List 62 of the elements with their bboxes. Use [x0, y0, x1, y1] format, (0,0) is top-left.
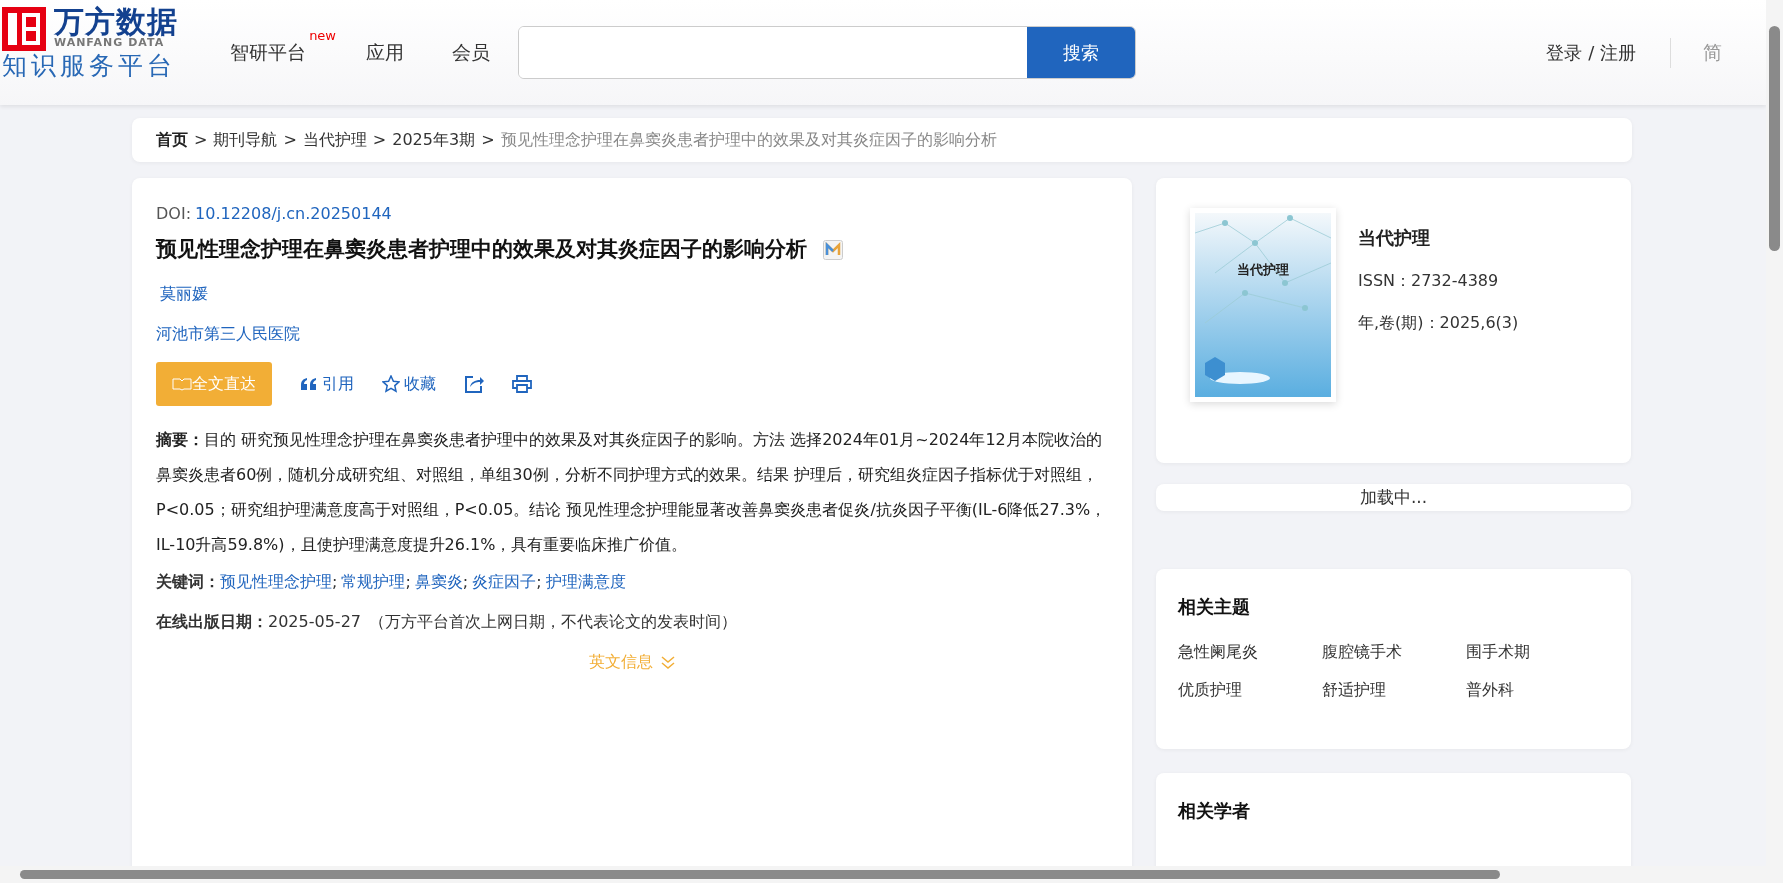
separator-text: ;	[462, 570, 469, 593]
date-note: （万方平台首次上网日期，不代表论文的发表时间）	[369, 610, 737, 633]
star-icon	[382, 374, 400, 393]
nav-link[interactable]: 会员	[452, 38, 490, 67]
m-icon	[823, 239, 843, 260]
journal-name: 当代护理	[1358, 226, 1431, 250]
cover-title: 当代护理	[1236, 261, 1290, 279]
separator-text: ;	[536, 570, 542, 593]
keyword-link[interactable]: 常规护理	[341, 569, 406, 594]
keywords-label: 关键词：	[156, 570, 220, 593]
section-title: 相关学者	[1178, 799, 1251, 823]
search-field[interactable]: 搜索	[518, 26, 1136, 79]
breadcrumb-current: 预见性理念护理在鼻窦炎患者护理中的效果及对其炎症因子的影响分析	[500, 129, 997, 151]
topic-link[interactable]: 围手术期	[1466, 640, 1610, 664]
new-label: new	[309, 27, 336, 46]
print-icon	[512, 374, 532, 393]
journal-cover[interactable]: 当代护理	[1190, 208, 1336, 402]
keyword-link[interactable]: 护理满意度	[545, 569, 626, 594]
logo-text: WANFANG DATA	[54, 37, 165, 50]
issn-text: ISSN：2732-4389	[1358, 270, 1500, 292]
date-label: 在线出版日期：	[156, 610, 268, 633]
keyword-link[interactable]: 炎症因子	[472, 569, 537, 594]
separator-text: >	[194, 129, 208, 151]
separator-text: >	[481, 129, 495, 151]
login-link[interactable]: 登录 / 注册	[1546, 39, 1636, 66]
topic-link[interactable]: 普外科	[1466, 678, 1610, 702]
action-link[interactable]: 引用	[300, 371, 354, 396]
share-icon	[464, 373, 484, 394]
topic-link[interactable]: 腹腔镜手术	[1322, 640, 1466, 664]
loading-text: 加载中...	[1156, 484, 1631, 511]
breadcrumb-link[interactable]: 2025年3期	[392, 128, 476, 152]
separator-text: >	[372, 129, 387, 151]
logo-icon	[2, 6, 46, 51]
book-icon	[172, 376, 192, 391]
author-link[interactable]: 莫丽媛	[160, 283, 208, 303]
keyword-link[interactable]: 预见性理念护理	[220, 569, 332, 594]
doi-label: DOI:	[156, 204, 192, 223]
logo-text: 万方数据	[54, 7, 178, 38]
topic-link[interactable]: 优质护理	[1178, 678, 1322, 702]
volume-text: 年,卷(期)：2025,6(3)	[1358, 312, 1519, 334]
article-title: 预见性理念护理在鼻窦炎患者护理中的效果及对其炎症因子的影响分析	[156, 236, 807, 263]
doi-link[interactable]: 10.12208/j.cn.20250144	[195, 204, 392, 223]
affiliation-link[interactable]: 河池市第三人民医院	[156, 321, 1108, 346]
quote-icon	[300, 376, 318, 391]
nav-link[interactable]: 应用	[366, 38, 404, 67]
separator-text: ;	[332, 570, 338, 593]
keyword-link[interactable]: 鼻窦炎	[414, 569, 463, 594]
logo-subtitle: 知识服务平台	[2, 50, 177, 81]
date-text: 2025-05-27	[268, 610, 361, 633]
search-button[interactable]: 搜索	[1027, 27, 1135, 78]
separator-text: >	[283, 129, 297, 151]
action-link[interactable]	[512, 374, 532, 393]
action-link[interactable]: 收藏	[382, 371, 436, 396]
action-link[interactable]	[464, 373, 484, 394]
breadcrumb-link[interactable]: 当代护理	[302, 128, 367, 152]
breadcrumb-link[interactable]: 首页	[156, 128, 188, 152]
separator-text: ;	[405, 570, 411, 593]
breadcrumb-link[interactable]: 期刊导航	[213, 128, 278, 152]
topic-link[interactable]: 舒适护理	[1322, 678, 1466, 702]
abstract-text: 摘要：目的 研究预见性理念护理在鼻窦炎患者护理中的效果及对其炎症因子的影响。方法 选择2024年01月~2024年12月本院收治的鼻窦炎患者60例，随机分成研究组、对照组，单组30例，分析不同护理方式的效果。结果 护理后，研究组炎症因子指标优于对照组，P<0.05；研究组护理满意度高于对照组，P<0.05。结论 预见性理念护理能显著改善鼻窦炎患者促炎/抗炎因子平衡(IL-6降低27.3%，IL-10升高59.8%)，且使护理满意度提升26.1%，具有重要临床推广价值。	[156, 428, 1108, 556]
section-title: 相关主题	[1178, 595, 1251, 619]
topic-link[interactable]: 急性阑尾炎	[1178, 640, 1322, 664]
